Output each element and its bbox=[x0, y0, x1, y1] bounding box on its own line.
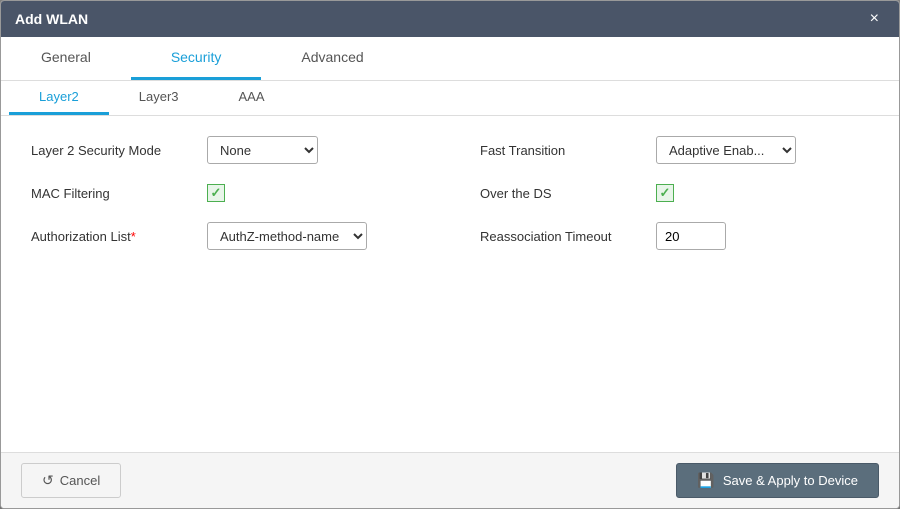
subtab-layer3[interactable]: Layer3 bbox=[109, 81, 209, 115]
reassociation-timeout-label: Reassociation Timeout bbox=[480, 229, 640, 244]
mac-filtering-label: MAC Filtering bbox=[31, 186, 191, 201]
cancel-label: Cancel bbox=[60, 473, 100, 488]
subtab-aaa[interactable]: AAA bbox=[209, 81, 295, 115]
modal-content: Layer 2 Security Mode None WPA+WPA2 802.… bbox=[1, 116, 899, 452]
modal-header: Add WLAN × bbox=[1, 1, 899, 37]
reassociation-timeout-input[interactable] bbox=[656, 222, 726, 250]
fast-transition-label: Fast Transition bbox=[480, 143, 640, 158]
save-button[interactable]: 💾 Save & Apply to Device bbox=[676, 463, 879, 498]
modal-title: Add WLAN bbox=[15, 11, 88, 27]
reassociation-timeout-row: Reassociation Timeout bbox=[480, 222, 869, 250]
cancel-icon: ↺ bbox=[42, 472, 54, 489]
left-column: Layer 2 Security Mode None WPA+WPA2 802.… bbox=[31, 136, 420, 250]
right-column: Fast Transition Adaptive Enab... Enable … bbox=[480, 136, 869, 250]
tab-security[interactable]: Security bbox=[131, 37, 262, 80]
layer2-security-label: Layer 2 Security Mode bbox=[31, 143, 191, 158]
cancel-button[interactable]: ↺ Cancel bbox=[21, 463, 121, 498]
authorization-list-label: Authorization List bbox=[31, 229, 191, 244]
mac-filtering-checkbox[interactable] bbox=[207, 184, 225, 202]
layer2-security-select[interactable]: None WPA+WPA2 802.1X Static WEP CKIP bbox=[207, 136, 318, 164]
mac-filtering-row: MAC Filtering bbox=[31, 184, 420, 202]
tab-general[interactable]: General bbox=[1, 37, 131, 80]
authorization-list-select[interactable]: AuthZ-method-name bbox=[207, 222, 367, 250]
tab-advanced[interactable]: Advanced bbox=[261, 37, 403, 80]
subtab-layer2[interactable]: Layer2 bbox=[9, 81, 109, 115]
authorization-list-row: Authorization List AuthZ-method-name bbox=[31, 222, 420, 250]
save-icon: 💾 bbox=[697, 472, 714, 489]
close-button[interactable]: × bbox=[864, 9, 885, 29]
form-grid: Layer 2 Security Mode None WPA+WPA2 802.… bbox=[31, 136, 869, 250]
over-ds-checkbox[interactable] bbox=[656, 184, 674, 202]
over-ds-label: Over the DS bbox=[480, 186, 640, 201]
top-tabs: General Security Advanced bbox=[1, 37, 899, 81]
layer2-security-row: Layer 2 Security Mode None WPA+WPA2 802.… bbox=[31, 136, 420, 164]
over-ds-row: Over the DS bbox=[480, 184, 869, 202]
add-wlan-modal: Add WLAN × General Security Advanced Lay… bbox=[0, 0, 900, 509]
save-label: Save & Apply to Device bbox=[723, 473, 858, 488]
fast-transition-row: Fast Transition Adaptive Enab... Enable … bbox=[480, 136, 869, 164]
modal-footer: ↺ Cancel 💾 Save & Apply to Device bbox=[1, 452, 899, 508]
fast-transition-select[interactable]: Adaptive Enab... Enable Disable bbox=[656, 136, 796, 164]
sub-tabs: Layer2 Layer3 AAA bbox=[1, 81, 899, 116]
